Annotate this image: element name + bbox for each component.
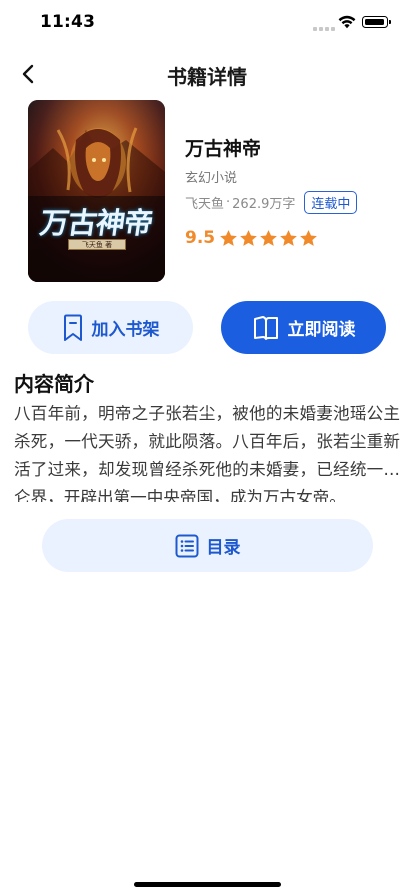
rating-value: 9.5 <box>185 228 216 248</box>
star-icon <box>300 229 317 246</box>
word-count: 262.9万字 <box>232 196 296 212</box>
cover-author-tag: 飞天鱼 著 <box>68 239 126 250</box>
synopsis-text: 八百年前，明帝之子张若尘，被他的未婚妻池瑶公主杀死，一代天骄，就此陨落。八百年后… <box>14 404 400 502</box>
meta-separator: · <box>226 194 231 210</box>
list-icon <box>175 534 198 557</box>
star-icon <box>260 229 277 246</box>
navigation-bar: 书籍详情 <box>0 52 414 96</box>
catalog-label: 目录 <box>206 538 241 558</box>
read-now-label: 立即阅读 <box>287 320 356 340</box>
wifi-icon <box>338 15 356 29</box>
cover-title: 万古神帝 <box>37 206 155 240</box>
star-icon <box>240 229 257 246</box>
book-title: 万古神帝 <box>185 138 262 160</box>
read-now-button[interactable]: 立即阅读 <box>221 301 386 354</box>
battery-icon <box>362 16 391 28</box>
page-title: 书籍详情 <box>167 65 247 89</box>
add-to-shelf-label: 加入书架 <box>91 320 160 340</box>
signal-icon <box>313 25 335 31</box>
star-icon <box>220 229 237 246</box>
bookmark-icon <box>63 314 82 341</box>
open-book-icon <box>253 315 278 340</box>
home-indicator[interactable] <box>134 882 281 887</box>
book-category: 玄幻小说 <box>185 171 238 186</box>
book-cover-art <box>28 100 165 282</box>
status-badge: 连载中 <box>304 190 358 214</box>
rating: 9.5 <box>185 226 318 250</box>
book-author: 飞天鱼 <box>185 196 225 212</box>
book-meta: 飞天鱼 · 262.9万字 连载中 <box>185 190 358 214</box>
book-cover[interactable]: 万古神帝 飞天鱼 著 <box>28 100 165 282</box>
status-bar: 11:43 <box>0 0 414 44</box>
rating-stars <box>219 229 318 248</box>
add-to-shelf-button[interactable]: 加入书架 <box>28 301 193 354</box>
star-icon <box>280 229 297 246</box>
catalog-button[interactable]: 目录 <box>42 519 373 572</box>
synopsis-heading: 内容简介 <box>14 372 94 396</box>
book-info: 万古神帝 玄幻小说 飞天鱼 · 262.9万字 连载中 9.5 <box>185 100 395 282</box>
status-time: 11:43 <box>40 12 96 32</box>
